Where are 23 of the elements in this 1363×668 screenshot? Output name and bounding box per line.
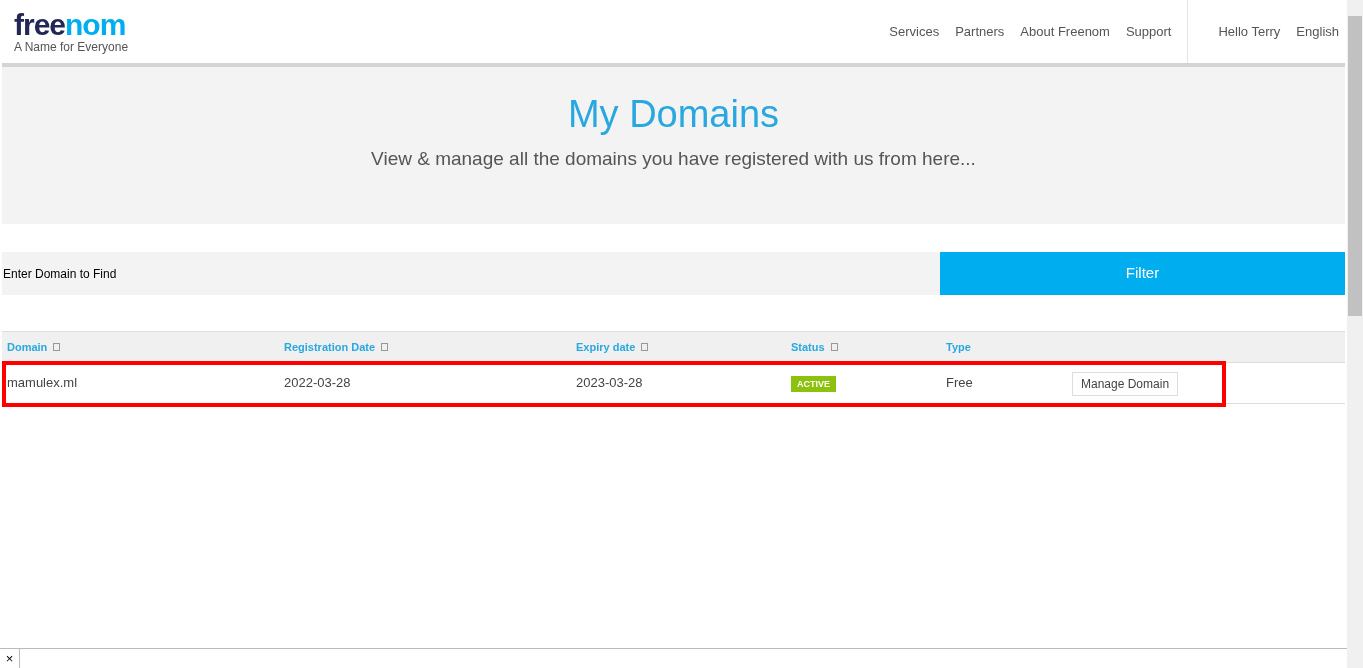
sort-icon[interactable]: [830, 343, 838, 351]
nav-link[interactable]: Support: [1125, 21, 1172, 42]
registration-date-cell-text: 2022-03-28: [284, 374, 352, 393]
page-subtitle: View & manage all the domains you have registered with us from here...: [371, 147, 976, 171]
tagline: A Name for Everyone: [14, 40, 129, 54]
user-greeting[interactable]: Hello Terry: [1218, 21, 1281, 42]
logo[interactable]: freenom: [14, 10, 129, 40]
type-cell-text: Free: [946, 374, 974, 393]
domain-search-field[interactable]: Enter Domain to Find: [2, 252, 940, 295]
page-title: My Domains: [567, 92, 780, 137]
expiry-date-cell-text: 2023-03-28: [576, 374, 644, 393]
language-link[interactable]: English: [1296, 21, 1339, 42]
sort-icon[interactable]: [641, 343, 649, 351]
sort-icon[interactable]: [381, 343, 389, 351]
close-button[interactable]: ×: [0, 649, 20, 668]
domain-cell-text: mamulex.ml: [7, 374, 79, 393]
nav-link[interactable]: About Freenom: [1020, 21, 1110, 42]
sort-icon[interactable]: [53, 343, 61, 351]
scrollbar[interactable]: [1347, 0, 1363, 668]
status-badge: ACTIVE: [791, 376, 836, 393]
nav-link[interactable]: Services: [889, 21, 940, 42]
nav-link[interactable]: Partners: [955, 21, 1005, 42]
manage-domain-button[interactable]: Manage Domain: [1072, 372, 1179, 396]
